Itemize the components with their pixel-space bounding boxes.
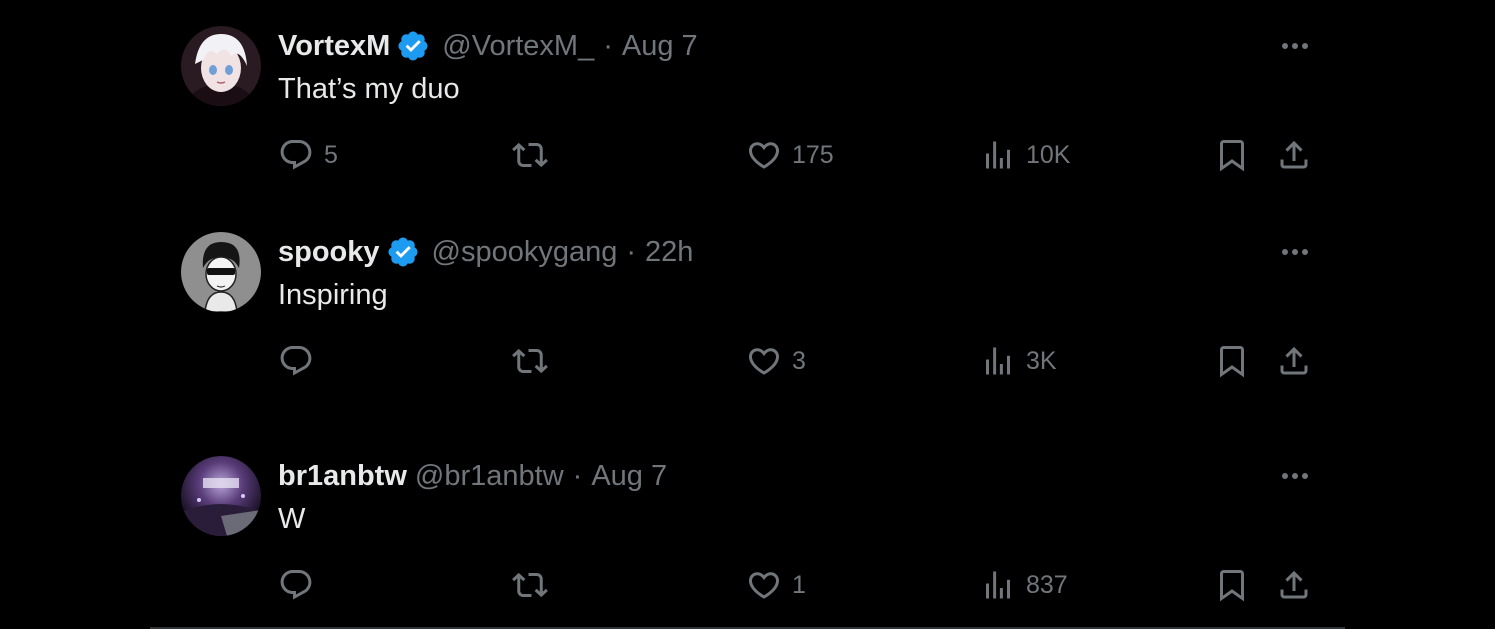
like-button[interactable]: 175 (746, 135, 834, 175)
share-icon (1276, 567, 1312, 603)
more-icon[interactable] (1275, 464, 1315, 488)
verified-badge-icon[interactable] (386, 235, 420, 269)
views-icon (980, 137, 1016, 173)
timestamp[interactable]: Aug 7 (591, 460, 667, 493)
display-name[interactable]: br1anbtw (278, 460, 407, 493)
reply-icon (278, 137, 314, 173)
reply-button[interactable] (278, 341, 324, 381)
like-button[interactable]: 1 (746, 565, 806, 605)
separator: · (626, 235, 637, 268)
views-button[interactable]: 837 (980, 565, 1068, 605)
verified-badge-icon[interactable] (396, 29, 430, 63)
reply-button[interactable] (278, 565, 324, 605)
more-icon[interactable] (1275, 34, 1315, 58)
user-handle[interactable]: @spookygang (432, 236, 618, 269)
user-handle[interactable]: @VortexM_ (442, 30, 594, 63)
retweet-icon (512, 567, 548, 603)
bookmark-button[interactable] (1214, 135, 1250, 175)
user-handle[interactable]: @br1anbtw (415, 460, 564, 493)
retweet-icon (512, 343, 548, 379)
bookmark-button[interactable] (1214, 565, 1250, 605)
retweet-button[interactable] (512, 341, 558, 381)
reply-count: 5 (324, 140, 338, 169)
share-icon (1276, 137, 1312, 173)
retweet-button[interactable] (512, 565, 558, 605)
like-button[interactable]: 3 (746, 341, 806, 381)
heart-icon (746, 567, 782, 603)
views-icon (980, 567, 1016, 603)
reply-icon (278, 343, 314, 379)
tweet-text: Inspiring (278, 279, 388, 311)
views-count: 3K (1026, 346, 1057, 375)
bookmark-icon (1214, 567, 1250, 603)
separator: · (572, 459, 583, 492)
views-button[interactable]: 3K (980, 341, 1057, 381)
timestamp[interactable]: Aug 7 (622, 30, 698, 63)
like-count: 175 (792, 140, 834, 169)
display-name[interactable]: VortexM (278, 30, 390, 63)
share-button[interactable] (1276, 565, 1312, 605)
bookmark-button[interactable] (1214, 341, 1250, 381)
display-name[interactable]: spooky (278, 236, 380, 269)
reply-button[interactable]: 5 (278, 135, 338, 175)
tweet-header: spooky @spookygang · 22h (278, 232, 693, 272)
tweet-text: W (278, 503, 306, 535)
avatar[interactable] (181, 232, 261, 312)
retweet-button[interactable] (512, 135, 558, 175)
heart-icon (746, 343, 782, 379)
tweet-header: br1anbtw @br1anbtw · Aug 7 (278, 456, 667, 496)
views-count: 10K (1026, 140, 1071, 169)
share-button[interactable] (1276, 135, 1312, 175)
like-count: 1 (792, 570, 806, 599)
avatar[interactable] (181, 456, 261, 536)
separator: · (603, 29, 613, 62)
reply-icon (278, 567, 314, 603)
like-count: 3 (792, 346, 806, 375)
heart-icon (746, 137, 782, 173)
views-icon (980, 343, 1016, 379)
bookmark-icon (1214, 343, 1250, 379)
views-count: 837 (1026, 570, 1068, 599)
retweet-icon (512, 137, 548, 173)
views-button[interactable]: 10K (980, 135, 1070, 175)
tweet-text: That’s my duo (278, 73, 460, 105)
timestamp[interactable]: 22h (645, 236, 693, 269)
bookmark-icon (1214, 137, 1250, 173)
share-button[interactable] (1276, 341, 1312, 381)
avatar[interactable] (181, 26, 261, 106)
tweet-header: VortexM @VortexM_ · Aug 7 (278, 26, 698, 66)
share-icon (1276, 343, 1312, 379)
more-icon[interactable] (1275, 240, 1315, 264)
